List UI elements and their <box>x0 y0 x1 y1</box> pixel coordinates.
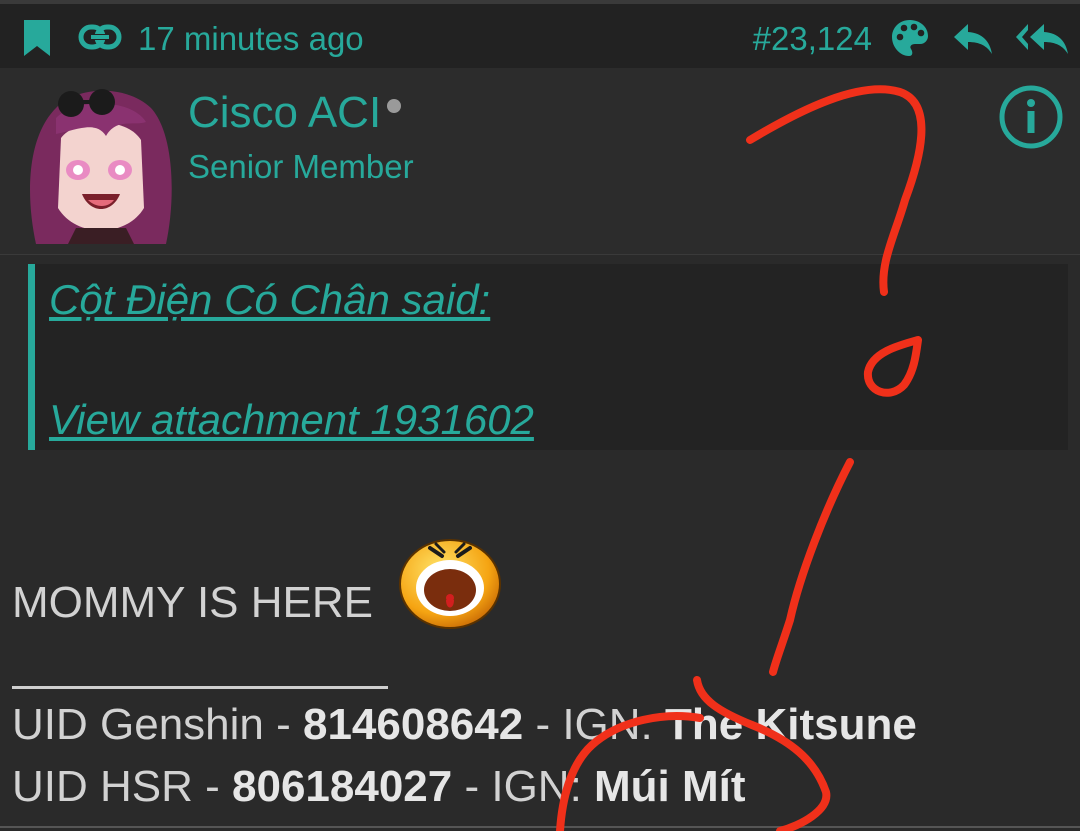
message-text: MOMMY IS HERE <box>12 578 374 627</box>
quote-block: Cột Điện Có Chân said: View attachment 1… <box>28 264 1068 450</box>
palette-icon[interactable] <box>890 18 930 58</box>
link-icon[interactable] <box>78 24 122 50</box>
info-icon[interactable] <box>998 84 1064 150</box>
reply-all-icon[interactable] <box>1014 22 1070 56</box>
signature-line-hsr: UID HSR - 806184027 - IGN: Múi Mít <box>12 762 746 812</box>
post-author-row: Cisco ACI Senior Member <box>0 68 1080 255</box>
post-header-bar: 17 minutes ago #23,124 <box>0 0 1080 68</box>
signature-line-genshin: UID Genshin - 814608642 - IGN: The Kitsu… <box>12 700 917 750</box>
sig-genshin-ign: The Kitsune <box>665 700 917 749</box>
post-number-link[interactable]: #23,124 <box>753 21 872 57</box>
bookmark-icon[interactable] <box>22 18 52 58</box>
online-status-dot <box>387 99 402 113</box>
sig-hsr-sep: - IGN: <box>452 762 595 811</box>
attachment-link[interactable]: View attachment 1931602 <box>49 396 534 444</box>
username-link[interactable]: Cisco ACI <box>188 88 402 138</box>
reply-icon[interactable] <box>952 22 994 56</box>
sig-hsr-label: UID HSR - <box>12 762 232 811</box>
sig-hsr-ign: Múi Mít <box>594 762 746 811</box>
signature-divider <box>12 686 388 689</box>
sig-genshin-uid: 814608642 <box>302 700 524 749</box>
username-text: Cisco ACI <box>188 88 382 137</box>
quote-author-link[interactable]: Cột Điện Có Chân said: <box>49 276 490 324</box>
user-avatar[interactable] <box>16 78 176 244</box>
arrow-shaft <box>769 458 854 676</box>
sig-hsr-uid: 806184027 <box>232 762 453 811</box>
sig-genshin-sep: - IGN: <box>523 700 666 749</box>
post-time-link[interactable]: 17 minutes ago <box>138 21 364 57</box>
user-title: Senior Member <box>188 148 414 185</box>
post-bottom-divider <box>0 826 1080 828</box>
post-message: MOMMY IS HERE <box>12 578 373 628</box>
sig-genshin-label: UID Genshin - <box>12 700 303 749</box>
screaming-emoji-icon <box>399 539 501 629</box>
